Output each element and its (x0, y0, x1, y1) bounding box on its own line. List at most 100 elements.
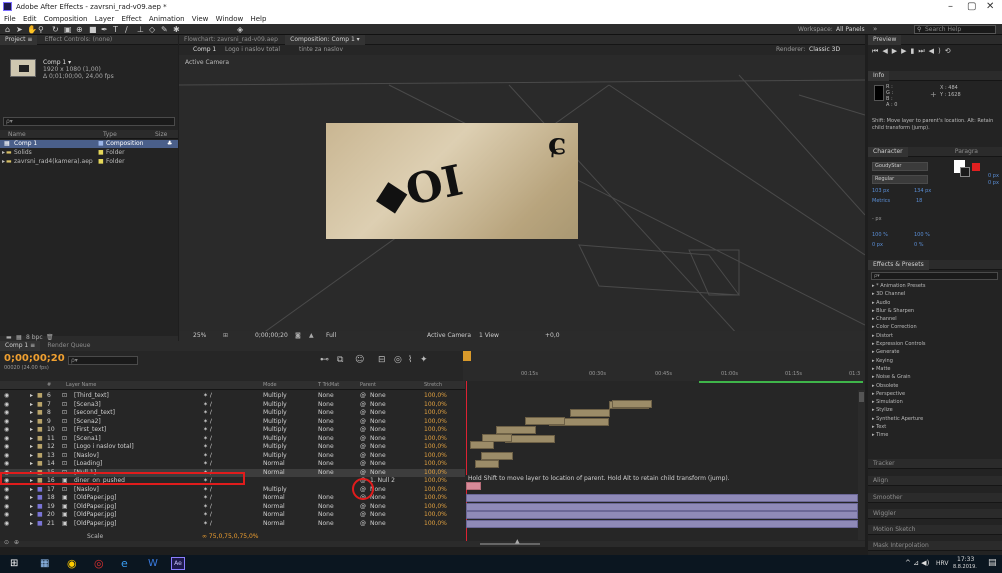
label-color-icon[interactable]: ■ (37, 426, 43, 434)
font-family-dropdown[interactable]: GoudyStar (872, 162, 928, 171)
layer-duration-bar[interactable] (466, 494, 858, 502)
layer-duration-bar[interactable] (525, 417, 565, 425)
menu-window[interactable]: Window (216, 15, 244, 23)
blend-mode-dropdown[interactable]: Normal (263, 460, 285, 468)
first-frame-icon[interactable]: ⏮ (872, 47, 882, 55)
layer-duration-bar[interactable] (570, 409, 610, 417)
zoom-slider[interactable] (480, 543, 540, 545)
visibility-icon[interactable]: ◉ (4, 460, 9, 468)
parent-dropdown[interactable]: None (370, 460, 386, 468)
rectangle-tool-icon[interactable]: ■ (89, 25, 97, 34)
label-color-icon[interactable]: ■ (37, 511, 43, 519)
layer-switches-icon[interactable]: ✶ ∕ (203, 435, 212, 443)
breadcrumb-comp1[interactable]: Comp 1 (193, 46, 216, 53)
blend-mode-dropdown[interactable]: Multiply (263, 409, 287, 417)
layer-row[interactable]: ◉ ▸ ■ 8 ⊡ [second_text] ✶ ∕ Multiply None @ None 10… (0, 409, 465, 417)
brush-tool-icon[interactable]: ∕ (125, 25, 128, 34)
layer-duration-bar[interactable] (475, 460, 499, 468)
menu-composition[interactable]: Composition (44, 15, 88, 23)
pickwhip-icon[interactable]: @ (360, 435, 366, 443)
selection-tool-icon[interactable]: ➤ (16, 25, 23, 34)
pickwhip-icon[interactable]: @ (360, 511, 366, 519)
layer-switches-icon[interactable]: ✶ ∕ (203, 452, 212, 460)
tab-wiggler[interactable]: Wiggler (868, 509, 901, 519)
timeline-search-input[interactable]: ρ▾ (68, 356, 138, 365)
layer-row[interactable]: ◉ ▸ ■ 14 ⊡ [Loading] ✶ ∕ Normal None @ None 100,0% (0, 460, 465, 468)
blend-mode-dropdown[interactable]: Multiply (263, 452, 287, 460)
stretch-value[interactable]: 100,0% (424, 503, 447, 511)
layer-switches-icon[interactable]: ✶ ∕ (203, 511, 212, 519)
blend-mode-dropdown[interactable]: Multiply (263, 401, 287, 409)
zoom-tool-icon[interactable]: ⚲ (38, 25, 44, 34)
type-tool-icon[interactable]: T (113, 25, 118, 34)
shy-layers-icon[interactable]: ☺ (355, 355, 364, 365)
layer-row[interactable]: ◉ ▸ ■ 13 ⊡ [Naslov] ✶ ∕ Multiply None @ None 100,0% (0, 452, 465, 460)
paragraph-indent-value[interactable]: 0 px (988, 173, 999, 179)
layer-switches-icon[interactable]: ✶ ∕ (203, 409, 212, 417)
parent-dropdown[interactable]: None (370, 494, 386, 502)
horizontal-scale-value[interactable]: 100 % (914, 232, 930, 238)
effect-category-item[interactable]: ▸ Audio (872, 299, 998, 307)
tab-project[interactable]: Project ≡ (0, 35, 38, 45)
trkmat-dropdown[interactable]: None (318, 494, 334, 502)
visibility-icon[interactable]: ◉ (4, 486, 9, 494)
snapshot-icon[interactable]: ◙ (295, 332, 301, 339)
col-stretch[interactable]: Stretch (424, 382, 442, 388)
trkmat-dropdown[interactable]: None (318, 392, 334, 400)
project-item-comp[interactable]: ▦ Comp 1 ■ Composition ♣ (0, 140, 178, 148)
layer-duration-bar[interactable] (466, 511, 858, 519)
layer-switches-icon[interactable]: ✶ ∕ (203, 520, 212, 528)
stretch-value[interactable]: 100,0% (424, 426, 447, 434)
label-color-icon[interactable]: ■ (37, 486, 43, 494)
parent-dropdown[interactable]: None (370, 409, 386, 417)
layer-duration-bar[interactable] (481, 451, 513, 460)
blend-mode-dropdown[interactable]: Normal (263, 503, 285, 511)
parent-dropdown[interactable]: None (370, 435, 386, 443)
trkmat-dropdown[interactable]: None (318, 435, 334, 443)
clone-stamp-tool-icon[interactable]: ⊥ (137, 25, 144, 34)
red-swatch[interactable] (972, 163, 980, 171)
frame-blending-icon[interactable]: ⊟ (378, 355, 386, 365)
bpc-label[interactable]: 8 bpc (26, 334, 43, 341)
parent-dropdown[interactable]: None (370, 392, 386, 400)
trkmat-dropdown[interactable]: None (318, 511, 334, 519)
parent-dropdown[interactable]: None (370, 452, 386, 460)
draft-3d-icon[interactable]: ⧉ (337, 355, 343, 365)
tab-flowchart[interactable]: Flowchart: zavrsni_rad-v09.aep (179, 35, 283, 45)
layer-row[interactable]: ◉ ▸ ■ 17 ⊡ [Naslov] ✶ ∕ Multiply @ None 100,0% (0, 486, 465, 494)
blend-mode-dropdown[interactable]: Multiply (263, 486, 287, 494)
layer-switches-icon[interactable]: ✶ ∕ (203, 426, 212, 434)
layer-row[interactable]: ◉ ▸ ■ 18 ▣ [OldPaper.jpg] ✶ ∕ Normal None @ None 10… (0, 494, 465, 502)
stretch-value[interactable]: 100,0% (424, 477, 447, 485)
language-indicator[interactable]: HRV (936, 560, 948, 567)
expand-arrow-icon[interactable]: ▸ (30, 426, 33, 434)
layer-switches-icon[interactable]: ✶ ∕ (203, 418, 212, 426)
label-color-icon[interactable]: ■ (37, 503, 43, 511)
label-color-icon[interactable]: ■ (37, 460, 43, 468)
stretch-value[interactable]: 100,0% (424, 452, 447, 460)
close-button[interactable]: ✕ (986, 1, 994, 12)
expand-arrow-icon[interactable]: ▸ (30, 520, 33, 528)
menu-effect[interactable]: Effect (121, 15, 141, 23)
layer-duration-bar[interactable] (496, 426, 536, 434)
layer-name[interactable]: [OldPaper.jpg] (74, 520, 117, 528)
project-item-aep[interactable]: ▸ ▬ zavrsni_rad4(kamera).aep ■ Folder (0, 158, 178, 166)
work-area-bar[interactable] (699, 381, 863, 383)
effect-category-item[interactable]: ▸ Blur & Sharpen (872, 307, 998, 315)
visibility-icon[interactable]: ◉ (4, 426, 9, 434)
after-effects-taskbar-icon[interactable]: Ae (171, 557, 185, 570)
layer-name[interactable]: [Third_text] (74, 392, 109, 400)
layer-name[interactable]: [second_text] (74, 409, 115, 417)
effect-category-item[interactable]: ▸ * Animation Presets (872, 282, 998, 290)
col-trkmat[interactable]: T TrkMat (318, 382, 339, 388)
menu-edit[interactable]: Edit (23, 15, 37, 23)
stretch-value[interactable]: 100,0% (424, 392, 447, 400)
label-color-icon[interactable]: ■ (37, 435, 43, 443)
stretch-value[interactable]: 100,0% (424, 401, 447, 409)
menu-layer[interactable]: Layer (95, 15, 115, 23)
parent-dropdown[interactable]: None (370, 503, 386, 511)
tracking-value[interactable]: 18 (916, 198, 922, 204)
magnification-dropdown[interactable]: 25% (193, 332, 206, 339)
stretch-value[interactable]: 100,0% (424, 469, 447, 477)
layer-name[interactable]: [Naslov] (74, 486, 99, 494)
